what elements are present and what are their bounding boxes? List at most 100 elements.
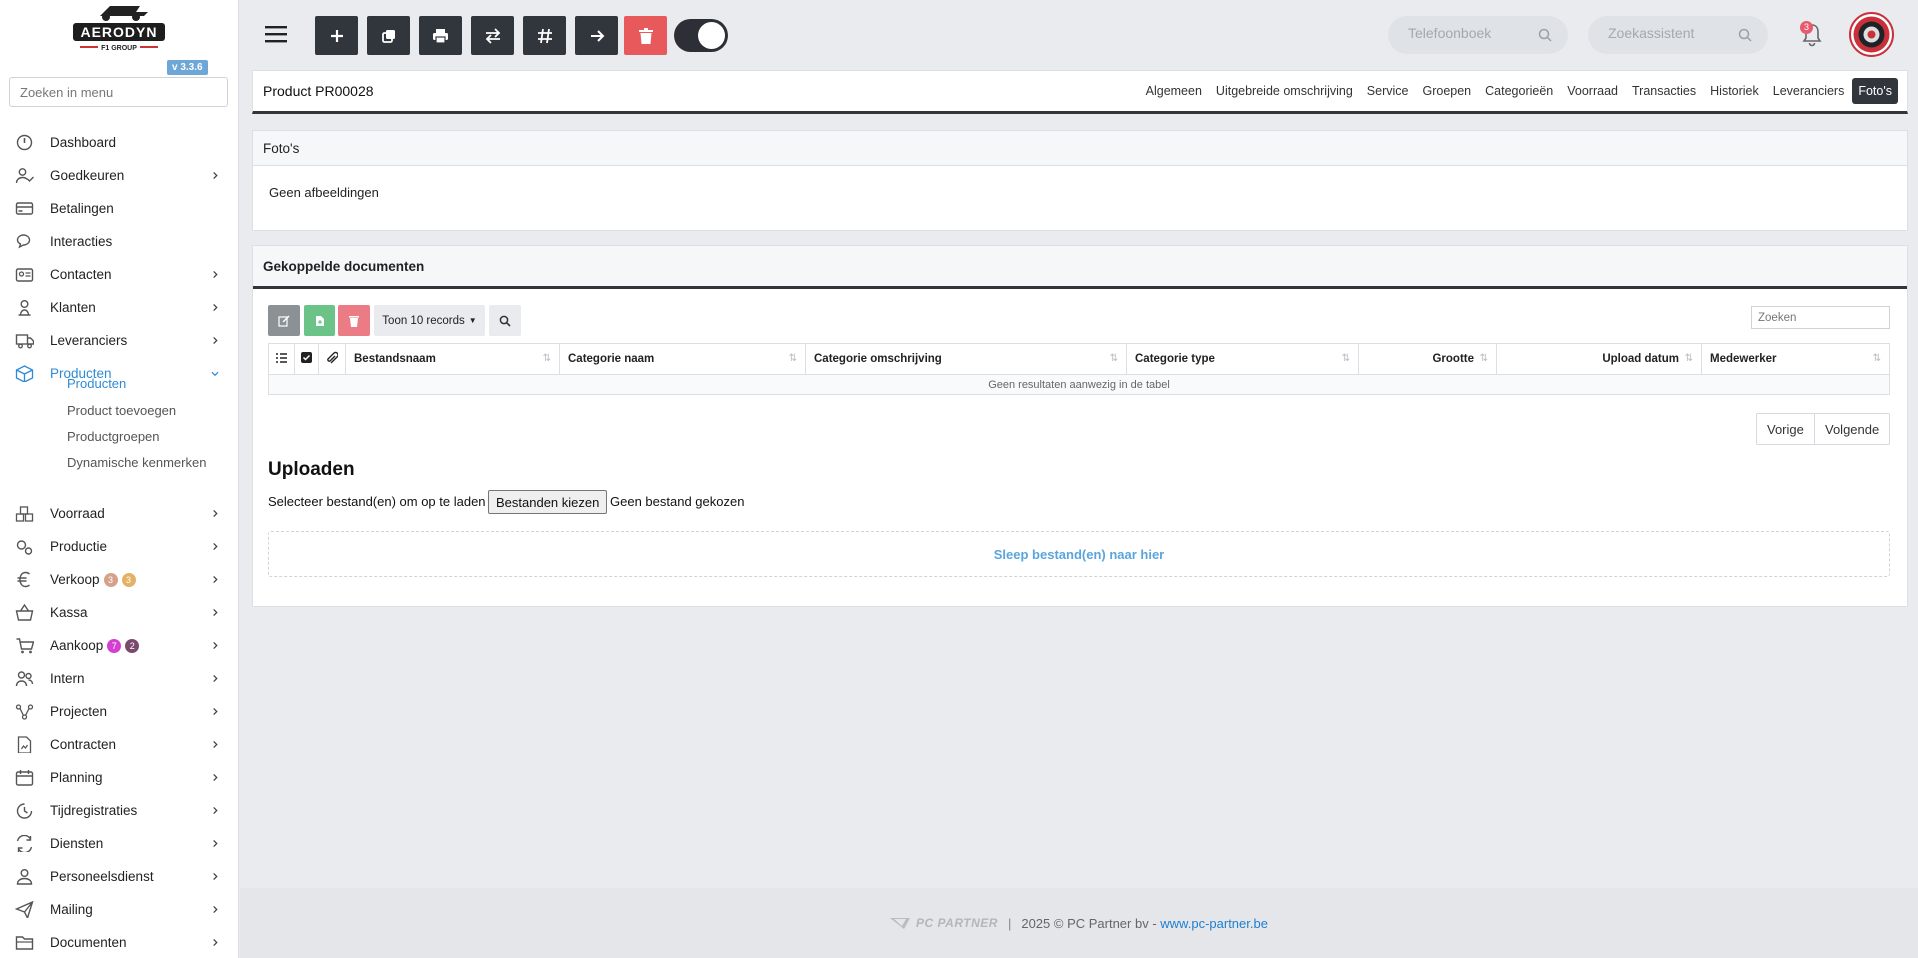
sidebar-item-productie[interactable]: Productie bbox=[0, 530, 239, 563]
contact-card-icon bbox=[15, 268, 34, 282]
col-categorie-omschrijving[interactable]: Categorie omschrijving ⇅ bbox=[805, 343, 1127, 375]
sidebar-item-leveranciers[interactable]: Leveranciers bbox=[0, 324, 239, 357]
sidebar-item-kassa[interactable]: Kassa bbox=[0, 596, 239, 629]
contract-icon bbox=[17, 736, 32, 753]
staff-icon bbox=[16, 869, 33, 885]
assistant-search-input[interactable] bbox=[1608, 25, 1738, 41]
chevron-right-icon bbox=[213, 270, 218, 279]
cart-icon bbox=[16, 638, 34, 654]
sidebar-item-interacties[interactable]: Interacties bbox=[0, 225, 239, 258]
previous-page-button[interactable]: Vorige bbox=[1756, 413, 1815, 445]
delete-button[interactable] bbox=[624, 16, 667, 55]
chevron-right-icon bbox=[213, 608, 218, 617]
delete-document-button[interactable] bbox=[338, 305, 370, 336]
footer-website-link[interactable]: www.pc-partner.be bbox=[1160, 916, 1268, 931]
sidebar-item-label: Leveranciers bbox=[50, 333, 128, 348]
sidebar-item-voorraad[interactable]: Voorraad bbox=[0, 497, 239, 530]
customer-icon bbox=[18, 300, 31, 316]
sidebar-item-contracten[interactable]: Contracten bbox=[0, 728, 239, 761]
sort-icon: ⇅ bbox=[1872, 353, 1881, 364]
tab-categorie-n[interactable]: Categorieën bbox=[1479, 78, 1559, 104]
sort-icon: ⇅ bbox=[1109, 353, 1118, 364]
col-upload-datum[interactable]: Upload datum ⇅ bbox=[1496, 343, 1702, 375]
users-icon bbox=[15, 671, 34, 687]
phonebook-search-input[interactable] bbox=[1408, 25, 1538, 41]
upload-select-label: Selecteer bestand(en) om op te laden bbox=[268, 494, 486, 509]
sidebar-item-tijdregistraties[interactable]: Tijdregistraties bbox=[0, 794, 239, 827]
user-avatar[interactable] bbox=[1849, 12, 1894, 57]
sidebar-item-klanten[interactable]: Klanten bbox=[0, 291, 239, 324]
hashtag-icon bbox=[537, 28, 552, 43]
logo-subtext: F1 GROUP bbox=[101, 45, 137, 52]
col-categorie-type[interactable]: Categorie type ⇅ bbox=[1126, 343, 1359, 375]
sidebar-item-contacten[interactable]: Contacten bbox=[0, 258, 239, 291]
print-button[interactable] bbox=[419, 16, 462, 55]
sidebar-item-documenten[interactable]: Documenten bbox=[0, 926, 239, 958]
edit-document-button[interactable] bbox=[268, 305, 300, 336]
col-medewerker[interactable]: Medewerker ⇅ bbox=[1701, 343, 1890, 375]
menu-toggle-icon[interactable] bbox=[264, 22, 288, 46]
col-categorie-naam[interactable]: Categorie naam ⇅ bbox=[559, 343, 806, 375]
tab-voorraad[interactable]: Voorraad bbox=[1561, 78, 1624, 104]
search-icon bbox=[1538, 28, 1552, 42]
sidebar-item-planning[interactable]: Planning bbox=[0, 761, 239, 794]
chevron-right-icon bbox=[213, 707, 218, 716]
phonebook-search[interactable] bbox=[1388, 16, 1568, 54]
duplicate-button[interactable] bbox=[367, 16, 410, 55]
tab-foto-s[interactable]: Foto's bbox=[1852, 78, 1898, 104]
select-all-column-header[interactable] bbox=[294, 343, 319, 375]
table-search-input[interactable] bbox=[1751, 306, 1890, 329]
tab-service[interactable]: Service bbox=[1361, 78, 1415, 104]
send-icon bbox=[15, 901, 34, 918]
documents-card-header: Gekoppelde documenten bbox=[253, 246, 1907, 289]
theme-toggle[interactable] bbox=[674, 19, 728, 52]
tab-transacties[interactable]: Transacties bbox=[1626, 78, 1702, 104]
transfer-button[interactable] bbox=[471, 16, 514, 55]
add-button[interactable] bbox=[315, 16, 358, 55]
table-search-button[interactable] bbox=[489, 305, 521, 336]
tab-groepen[interactable]: Groepen bbox=[1416, 78, 1477, 104]
number-button[interactable] bbox=[523, 16, 566, 55]
sidebar-subitem-producten[interactable]: Producten bbox=[67, 376, 126, 391]
sidebar-item-aankoop[interactable]: Aankoop 7 2 bbox=[0, 629, 239, 662]
tab-uitgebreide-omschrijving[interactable]: Uitgebreide omschrijving bbox=[1210, 78, 1359, 104]
sidebar-item-mailing[interactable]: Mailing bbox=[0, 893, 239, 926]
sidebar-item-betalingen[interactable]: Betalingen bbox=[0, 192, 239, 225]
add-document-button[interactable] bbox=[304, 305, 335, 336]
col-bestandsnaam[interactable]: Bestandsnaam ⇅ bbox=[345, 343, 560, 375]
table-header-row: Bestandsnaam ⇅ Categorie naam ⇅ Categorie … bbox=[268, 343, 1890, 375]
sidebar-item-dashboard[interactable]: Dashboard bbox=[0, 126, 239, 159]
sidebar-item-intern[interactable]: Intern bbox=[0, 662, 239, 695]
sidebar-item-label: Contracten bbox=[50, 737, 117, 752]
empty-table-message: Geen resultaten aanwezig in de tabel bbox=[268, 374, 1890, 395]
sidebar-item-projecten[interactable]: Projecten bbox=[0, 695, 239, 728]
tab-algemeen[interactable]: Algemeen bbox=[1140, 78, 1208, 104]
sidebar-subitem-dynamische-kenmerken[interactable]: Dynamische kenmerken bbox=[67, 455, 206, 470]
tab-historiek[interactable]: Historiek bbox=[1704, 78, 1765, 104]
list-column-header[interactable] bbox=[268, 343, 295, 375]
next-page-button[interactable]: Volgende bbox=[1815, 413, 1891, 445]
assistant-search[interactable] bbox=[1588, 16, 1768, 54]
menu-search-input[interactable] bbox=[9, 77, 228, 107]
sidebar-item-label: Personeelsdienst bbox=[50, 869, 154, 884]
col-grootte[interactable]: Grootte ⇅ bbox=[1358, 343, 1497, 375]
sidebar-subitem-productgroepen[interactable]: Productgroepen bbox=[67, 429, 160, 444]
sidebar-item-personeelsdienst[interactable]: Personeelsdienst bbox=[0, 860, 239, 893]
forward-button[interactable] bbox=[575, 16, 618, 55]
file-dropzone[interactable]: Sleep bestand(en) naar hier bbox=[268, 531, 1890, 577]
sidebar-subitem-product-toevoegen[interactable]: Product toevoegen bbox=[67, 403, 176, 418]
company-logo[interactable]: AERODYN F1 GROUP bbox=[70, 2, 168, 54]
logo-text: AERODYN bbox=[80, 24, 157, 40]
chevron-right-icon bbox=[213, 171, 218, 180]
toggle-knob bbox=[698, 22, 725, 49]
choose-files-button[interactable]: Bestanden kiezen bbox=[488, 490, 608, 514]
sidebar-item-goedkeuren[interactable]: Goedkeuren bbox=[0, 159, 239, 192]
chevron-down-icon bbox=[211, 371, 219, 377]
stock-icon bbox=[15, 506, 34, 522]
sidebar-item-diensten[interactable]: Diensten bbox=[0, 827, 239, 860]
records-dropdown[interactable]: Toon 10 records ▼ bbox=[374, 305, 485, 336]
attachment-column-header[interactable] bbox=[318, 343, 346, 375]
sidebar-item-label: Betalingen bbox=[50, 201, 114, 216]
sidebar-item-verkoop[interactable]: Verkoop 3 3 bbox=[0, 563, 239, 596]
tab-leveranciers[interactable]: Leveranciers bbox=[1767, 78, 1851, 104]
